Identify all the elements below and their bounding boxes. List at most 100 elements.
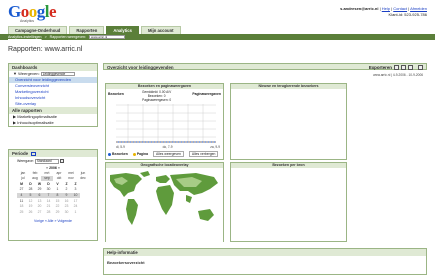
help-panel: Help-informatie Bezoekersoverzicht [103, 248, 427, 275]
next-year-icon[interactable]: » [58, 166, 60, 170]
all-link[interactable]: Alle [48, 219, 54, 223]
day-cell[interactable]: 21 [44, 204, 53, 209]
day-cell[interactable]: 24 [71, 204, 80, 209]
day-cell[interactable]: 1 [53, 187, 62, 192]
legend-visits[interactable]: Bezoeken [108, 152, 128, 156]
day-cell[interactable]: 29 [53, 210, 62, 215]
left-sidebar: Dashboards ▼ Weergeven: Leidinggevende O… [8, 63, 98, 131]
tab-reports[interactable]: Rapporten [69, 26, 105, 34]
world-map[interactable] [106, 169, 223, 242]
month-cell[interactable]: aug [29, 176, 41, 181]
visits-pageviews-chart: Bezoeken en paginaweergaven Bezoeken Pag… [105, 83, 224, 160]
calendar-year: 2006 [49, 165, 57, 170]
month-cell[interactable]: jun [77, 171, 89, 176]
day-cell[interactable]: 1 [71, 210, 80, 215]
dashboards-panel: Dashboards ▼ Weergeven: Leidinggevende O… [8, 63, 98, 127]
day-cell-selected[interactable]: 5 [26, 193, 35, 198]
x-tick: di, 5-9 [116, 145, 125, 149]
logout-link[interactable]: Afmelden [410, 6, 427, 11]
export-toolbar: Exporteren [369, 65, 423, 70]
day-cell[interactable]: 18 [17, 204, 26, 209]
day-cell[interactable]: 15 [53, 199, 62, 204]
print-icon[interactable] [418, 65, 423, 70]
month-cell[interactable]: mei [65, 171, 77, 176]
prev-year-icon[interactable]: « [46, 166, 48, 170]
analytics-settings-link[interactable]: Analytics-instellingen [8, 35, 42, 39]
app-header: Google Analytics s.andresen@arric.nl | H… [0, 0, 435, 26]
geo-map-box: Geografische locatieoverlay [105, 162, 224, 242]
tab-analytics[interactable]: Analytics [106, 26, 139, 34]
period-heading: Periode [9, 150, 97, 157]
sidebar-item-content-optimization[interactable]: ▶ Inhoudsoptimalisatie [9, 120, 97, 126]
day-cell[interactable]: 28 [26, 187, 35, 192]
day-cell[interactable]: 30 [62, 210, 71, 215]
month-cell[interactable]: okt [53, 176, 65, 181]
contact-link[interactable]: Contact [393, 6, 407, 11]
export-pdf-icon[interactable] [394, 65, 399, 70]
main-tabs: Campagne-Onderhoud Rapporten Analytics M… [8, 26, 181, 34]
day-cell-selected[interactable]: 9 [62, 193, 71, 198]
day-cell-selected[interactable]: 7 [44, 193, 53, 198]
day-cell[interactable]: 17 [71, 199, 80, 204]
day-cell-selected[interactable]: 6 [35, 193, 44, 198]
day-cell[interactable]: 12 [26, 199, 35, 204]
date-range-icon[interactable] [59, 159, 64, 164]
collapse-icon[interactable]: ▼ [13, 71, 17, 76]
day-cell[interactable]: 22 [53, 204, 62, 209]
new-vs-returning-title: Nieuwe en terugkerende bezoekers [231, 84, 346, 89]
day-cell[interactable]: 27 [35, 210, 44, 215]
view-reports-label: Rapporten weergeven: [49, 35, 87, 39]
x-tick: za, 9-9 [210, 145, 220, 149]
tab-my-account[interactable]: Mijn account [140, 26, 181, 34]
x-axis-ticks: di, 5-9 do, 7-9 za, 9-9 [116, 145, 220, 149]
google-analytics-logo[interactable]: Google Analytics [8, 3, 57, 23]
site-select[interactable]: www.arric.nl [89, 34, 126, 40]
day-cell[interactable]: 26 [26, 210, 35, 215]
month-cell[interactable]: mrt [41, 171, 53, 176]
chart-plot-area [116, 104, 216, 143]
visits-by-source-box: Bezoeken per bron [230, 162, 347, 242]
day-cell[interactable]: 11 [17, 199, 26, 204]
day-cell[interactable]: 27 [17, 187, 26, 192]
day-cell[interactable]: 25 [17, 210, 26, 215]
day-cell[interactable]: 23 [62, 204, 71, 209]
day-cell-selected[interactable]: 10 [71, 193, 80, 198]
month-cell[interactable]: nov [65, 176, 77, 181]
day-cell[interactable]: 19 [26, 204, 35, 209]
day-cell[interactable]: 16 [62, 199, 71, 204]
day-cell[interactable]: 28 [44, 210, 53, 215]
period-view-select[interactable]: Standaard [34, 159, 59, 164]
day-cell-selected[interactable]: 4 [17, 193, 26, 198]
report-date-range: www.arric.nl | 4-9-2006 - 10-9-2006 [373, 73, 423, 77]
day-cell-selected[interactable]: 8 [53, 193, 62, 198]
day-cell[interactable]: 2 [62, 187, 71, 192]
export-csv-icon[interactable] [408, 65, 413, 70]
previous-link[interactable]: Vorige [34, 219, 44, 223]
day-cell[interactable]: 20 [35, 204, 44, 209]
day-cell[interactable]: 30 [44, 187, 53, 192]
tab-campaign[interactable]: Campagne-Onderhoud [8, 26, 68, 34]
month-cell-selected[interactable]: sep [41, 176, 53, 181]
month-cell[interactable]: dec [77, 176, 89, 181]
month-cell[interactable]: jul [17, 176, 29, 181]
help-link[interactable]: Help [382, 6, 390, 11]
help-title: Help-informatie [104, 249, 426, 256]
day-cell[interactable]: 29 [35, 187, 44, 192]
calendar-icon[interactable] [31, 151, 37, 156]
account-area: s.andresen@arric.nl | Help | Contact | A… [340, 6, 427, 17]
export-xml-icon[interactable] [401, 65, 406, 70]
legend-pageviews[interactable]: Pagina [132, 152, 148, 156]
day-cell[interactable]: 3 [71, 187, 80, 192]
month-cell[interactable]: jan [17, 171, 29, 176]
day-cell[interactable]: 13 [35, 199, 44, 204]
show-all-button[interactable]: Alles weergeven [152, 151, 184, 157]
month-cell[interactable]: apr [53, 171, 65, 176]
next-link[interactable]: Volgende [57, 219, 72, 223]
chart-stats: Gemiddeld: 0.00 A/V Bezoeken: 0 Paginawe… [142, 90, 172, 102]
help-subtitle: Bezoekersoverzicht [107, 260, 145, 265]
month-cell[interactable]: feb [29, 171, 41, 176]
dashboard-view-select[interactable]: Leidinggevende [40, 71, 75, 77]
hide-all-button[interactable]: Alles verbergen [188, 151, 219, 157]
day-cell[interactable]: 14 [44, 199, 53, 204]
visits-chart-title: Bezoeken en paginaweergaven [106, 84, 223, 89]
